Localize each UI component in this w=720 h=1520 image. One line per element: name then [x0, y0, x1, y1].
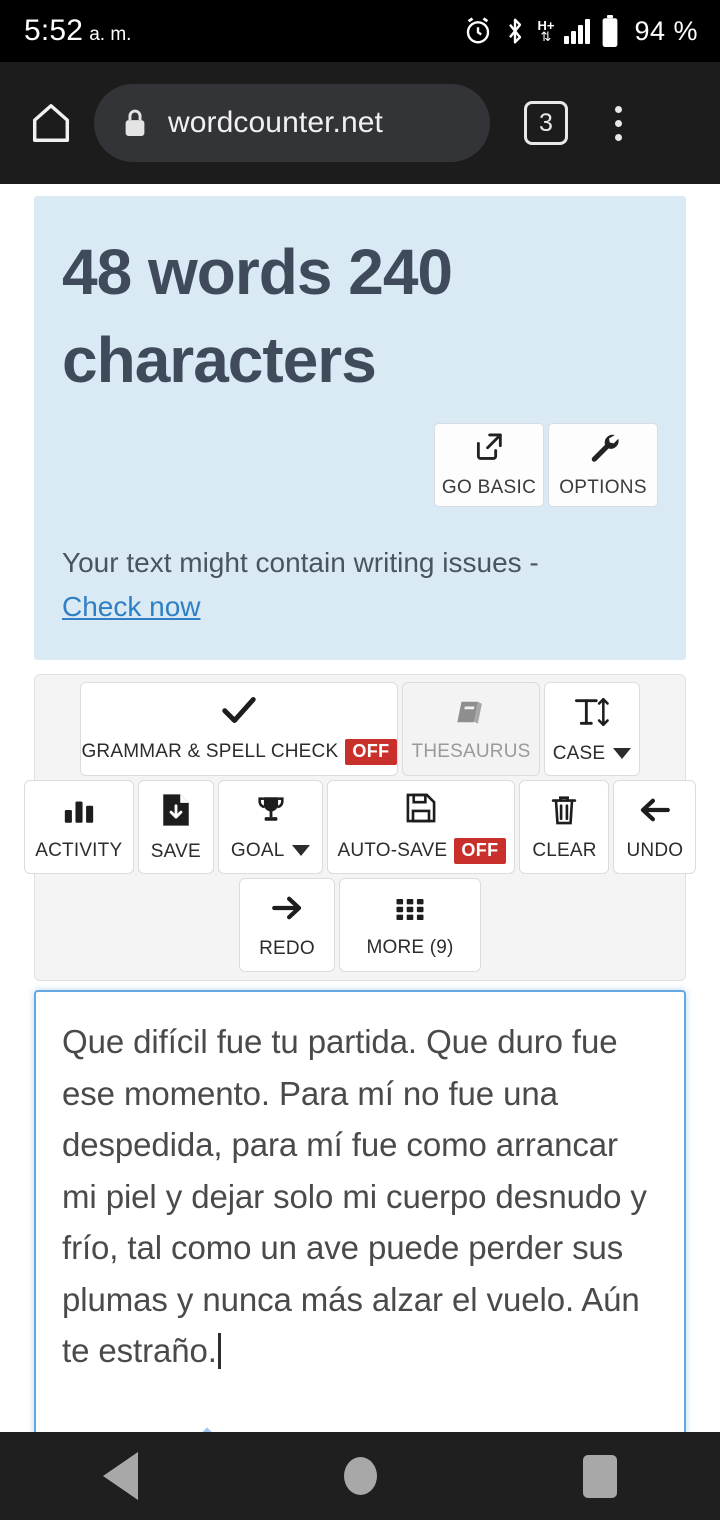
check-now-link[interactable]: Check now — [62, 585, 658, 630]
chevron-down-icon — [613, 748, 632, 760]
case-label: CASE — [553, 743, 632, 765]
status-ampm: a. m. — [89, 24, 132, 45]
arrow-right-icon — [270, 892, 304, 929]
kebab-menu-icon[interactable] — [596, 98, 640, 148]
save-label: SAVE — [150, 840, 201, 862]
home-circle-icon — [343, 1457, 377, 1495]
battery-icon — [600, 15, 620, 47]
auto-save-label: AUTO-SAVE OFF — [337, 837, 506, 864]
grid-dots-icon — [392, 893, 428, 928]
clear-button[interactable]: CLEAR — [519, 780, 610, 875]
url-bar[interactable]: wordcounter.net — [94, 84, 490, 162]
auto-save-off-badge: OFF — [454, 837, 506, 864]
status-bar-clock: 5:52 a. m. — [24, 14, 131, 48]
alarm-icon — [463, 16, 493, 46]
goal-button[interactable]: GOAL — [217, 780, 324, 875]
network-hplus-icon: H+ ⇅ — [537, 18, 555, 44]
tab-counter-button[interactable]: 3 — [524, 101, 568, 145]
options-label: OPTIONS — [559, 477, 647, 499]
thesaurus-label: THESAURUS — [411, 740, 531, 762]
bar-chart-icon — [62, 794, 96, 831]
undo-button[interactable]: UNDO — [613, 780, 697, 875]
battery-percent: 94 % — [634, 15, 698, 46]
thesaurus-button[interactable]: THESAURUS — [402, 682, 540, 777]
checkmark-icon — [220, 695, 258, 730]
redo-label: REDO — [259, 937, 315, 959]
status-bar-icons: H+ ⇅ 94 % — [463, 15, 698, 47]
toolbar-row-3: REDO MORE (9) — [41, 878, 679, 973]
tab-count-label: 3 — [539, 108, 553, 137]
arrow-left-icon — [638, 794, 672, 831]
editor-text-value: Que difícil fue tu partida. Que duro fue… — [62, 1023, 656, 1370]
redo-button[interactable]: REDO — [239, 878, 335, 973]
back-button[interactable] — [55, 1432, 185, 1520]
file-download-icon — [160, 793, 192, 832]
book-icon — [454, 697, 488, 732]
case-button[interactable]: CASE — [544, 682, 640, 777]
browser-toolbar: wordcounter.net 3 — [0, 62, 720, 184]
toolbar-row-1: GRAMMAR & SPELL CHECK OFF THESAURUS CASE — [41, 682, 679, 777]
signal-bars-icon — [564, 18, 591, 44]
options-button[interactable]: OPTIONS — [548, 422, 658, 507]
status-time: 5:52 — [24, 14, 84, 47]
writing-issues-message: Your text might contain writing issues -… — [62, 541, 658, 631]
undo-label: UNDO — [626, 839, 684, 861]
floppy-disk-icon — [405, 792, 437, 829]
phone-screen: 5:52 a. m. H+ ⇅ 94 % wordcounter.net 3 4… — [0, 0, 720, 1520]
text-editor-wrapper: Que difícil fue tu partida. Que duro fue… — [34, 990, 686, 1497]
url-text: wordcounter.net — [168, 106, 383, 139]
grammar-spell-check-label: GRAMMAR & SPELL CHECK OFF — [81, 738, 397, 765]
editor-toolbar: GRAMMAR & SPELL CHECK OFF THESAURUS CASE… — [23, 674, 697, 982]
panel-action-buttons: GO BASIC OPTIONS — [62, 422, 658, 507]
back-triangle-icon — [102, 1452, 138, 1500]
trophy-icon — [254, 794, 288, 831]
external-link-icon — [472, 430, 506, 469]
lock-icon — [122, 107, 148, 139]
page-content: 48 words 240 characters GO BASIC OPTIONS… — [0, 196, 720, 1497]
activity-label: ACTIVITY — [35, 839, 123, 861]
grammar-spell-check-button[interactable]: GRAMMAR & SPELL CHECK OFF — [80, 682, 398, 777]
wrench-icon — [586, 430, 620, 469]
more-button[interactable]: MORE (9) — [339, 878, 481, 973]
activity-button[interactable]: ACTIVITY — [23, 780, 134, 875]
text-editor[interactable]: Que difícil fue tu partida. Que duro fue… — [34, 990, 686, 1445]
editor-content: Que difícil fue tu partida. Que duro fue… — [62, 1016, 658, 1376]
chevron-down-icon — [292, 845, 311, 857]
recents-button[interactable] — [535, 1432, 665, 1520]
more-label: MORE (9) — [366, 936, 454, 958]
go-basic-button[interactable]: GO BASIC — [434, 422, 544, 507]
writing-issues-text: Your text might contain writing issues - — [62, 546, 539, 578]
auto-save-button[interactable]: AUTO-SAVE OFF — [327, 780, 516, 875]
save-button[interactable]: SAVE — [137, 780, 214, 875]
word-count-panel: 48 words 240 characters GO BASIC OPTIONS… — [34, 196, 686, 661]
trash-icon — [549, 794, 579, 831]
page-title: 48 words 240 characters — [62, 236, 453, 397]
bluetooth-icon — [503, 16, 527, 46]
toolbar-row-2: ACTIVITY SAVE GOAL AUTO-SAVE OFF CLEAR U… — [23, 780, 697, 875]
text-caret — [217, 1333, 221, 1370]
home-button[interactable] — [295, 1432, 425, 1520]
go-basic-label: GO BASIC — [441, 477, 537, 499]
status-bar: 5:52 a. m. H+ ⇅ 94 % — [0, 0, 720, 62]
grammar-off-badge: OFF — [345, 738, 397, 765]
clear-label: CLEAR — [532, 839, 597, 861]
android-navigation-bar — [0, 1432, 720, 1520]
home-icon[interactable] — [26, 98, 76, 148]
goal-label: GOAL — [231, 840, 311, 862]
text-size-icon — [572, 695, 612, 734]
recents-square-icon — [583, 1454, 617, 1498]
